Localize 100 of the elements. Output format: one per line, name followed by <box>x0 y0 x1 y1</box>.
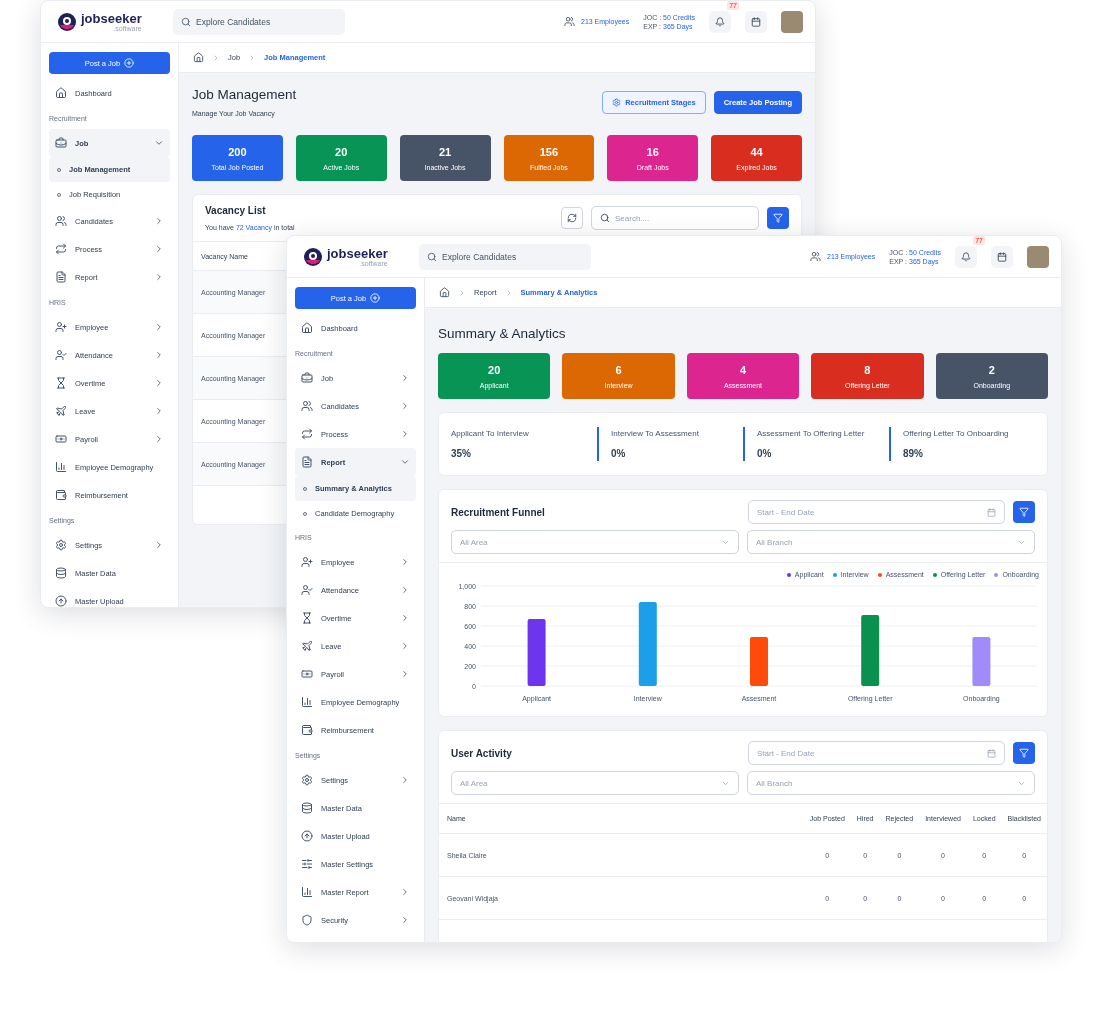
bar-chart-icon <box>301 886 313 898</box>
chevron-icon <box>400 669 410 679</box>
stat-value: 20 <box>488 363 501 376</box>
stat-value: 20 <box>335 145 348 158</box>
bar-chart-icon <box>301 696 313 708</box>
upload-icon <box>301 830 313 842</box>
filter-button[interactable] <box>1013 501 1035 523</box>
filter-button[interactable] <box>767 207 789 229</box>
stat-value: 21 <box>438 145 452 158</box>
chart-bar <box>527 619 546 686</box>
conversion-label: Interview To Assessment <box>611 429 700 438</box>
chevron-icon <box>400 613 410 623</box>
chevron-icon <box>400 373 410 383</box>
user-check-icon <box>55 349 67 361</box>
page-title: Summary & Analytics <box>438 326 567 341</box>
chevron-icon <box>154 378 164 388</box>
document-icon <box>301 456 313 468</box>
briefcase-icon <box>55 137 67 149</box>
conversion-label: Applicant To Interview <box>451 429 530 438</box>
stat-value: 200 <box>228 145 247 158</box>
refresh-button[interactable] <box>561 207 583 229</box>
upload-icon <box>55 595 67 607</box>
stat-value: 4 <box>739 363 747 376</box>
calendar-icon <box>987 507 996 517</box>
chart-bar <box>972 637 991 686</box>
chevron-icon <box>154 350 164 360</box>
chevron-icon <box>154 244 164 254</box>
stat-value: 156 <box>539 145 559 158</box>
stat-value: 16 <box>646 145 659 158</box>
chart-bar <box>750 637 768 686</box>
search-icon <box>181 16 191 27</box>
bell-icon <box>961 251 971 262</box>
search-field[interactable]: Explore Candidates <box>173 8 345 35</box>
repeat-icon <box>301 428 313 440</box>
banknote-icon <box>301 668 313 680</box>
users-icon <box>55 215 67 227</box>
hourglass-icon <box>55 377 67 389</box>
user-plus-icon <box>301 556 313 568</box>
sliders-icon <box>301 858 313 870</box>
user-plus-icon <box>55 321 67 333</box>
settings-icon <box>301 774 313 786</box>
calendar-button[interactable] <box>745 10 767 33</box>
house-icon[interactable] <box>439 287 450 298</box>
house-icon[interactable] <box>193 52 204 63</box>
chevron-icon <box>400 585 410 595</box>
bell-icon <box>715 16 725 27</box>
filter-button[interactable] <box>1013 742 1035 764</box>
database-icon <box>55 567 67 579</box>
chevron-icon <box>400 641 410 651</box>
search-icon <box>427 251 437 262</box>
calendar-icon <box>997 251 1007 262</box>
users-icon <box>301 400 313 412</box>
logo-name: jobseeker <box>327 246 388 260</box>
search-field[interactable]: Explore Candidates <box>419 243 591 270</box>
filter-icon <box>1019 507 1029 517</box>
document-icon <box>55 271 67 283</box>
plane-icon <box>55 405 67 417</box>
filter-icon <box>773 213 783 223</box>
conversion-label: Offering Letter To Onboarding <box>903 429 1010 438</box>
chart-bar <box>861 615 880 686</box>
notifications-button[interactable] <box>709 10 731 33</box>
calendar-icon <box>987 748 996 758</box>
logo-name: jobseeker <box>81 11 142 25</box>
conversion-value: 0% <box>611 448 627 459</box>
chevron-icon <box>400 915 410 925</box>
notifications-button[interactable] <box>955 245 977 268</box>
stat-value: 8 <box>864 363 871 376</box>
conversion-value: 35% <box>451 448 472 459</box>
plus-circle-icon <box>370 293 381 303</box>
chevron-icon <box>154 216 164 226</box>
chevron-icon <box>154 272 164 282</box>
wallet-icon <box>55 489 67 501</box>
chevron-icon <box>400 775 410 785</box>
chevron-icon <box>400 557 410 567</box>
plane-icon <box>301 640 313 652</box>
bar-chart-icon <box>55 461 67 473</box>
house-icon <box>55 87 67 99</box>
chevron-icon <box>154 138 164 148</box>
avatar-placeholder[interactable] <box>1027 245 1049 268</box>
repeat-icon <box>55 243 67 255</box>
briefcase-icon <box>301 372 313 384</box>
chevron-icon <box>400 401 410 411</box>
chevron-icon <box>154 322 164 332</box>
card-title: User Activity <box>451 747 512 759</box>
users-icon <box>810 251 821 262</box>
avatar-placeholder[interactable] <box>781 10 803 33</box>
hourglass-icon <box>301 612 313 624</box>
stat-value: 44 <box>750 145 763 158</box>
filter-icon <box>1019 748 1029 758</box>
logo-icon <box>57 11 77 32</box>
database-icon <box>301 802 313 814</box>
wallet-icon <box>301 724 313 736</box>
chevron-icon <box>154 406 164 416</box>
banknote-icon <box>55 433 67 445</box>
calendar-icon <box>751 16 761 27</box>
calendar-button[interactable] <box>991 245 1013 268</box>
chevron-icon <box>154 434 164 444</box>
shield-icon <box>301 914 313 926</box>
refresh-icon <box>567 213 577 223</box>
stat-value: 2 <box>988 363 995 376</box>
